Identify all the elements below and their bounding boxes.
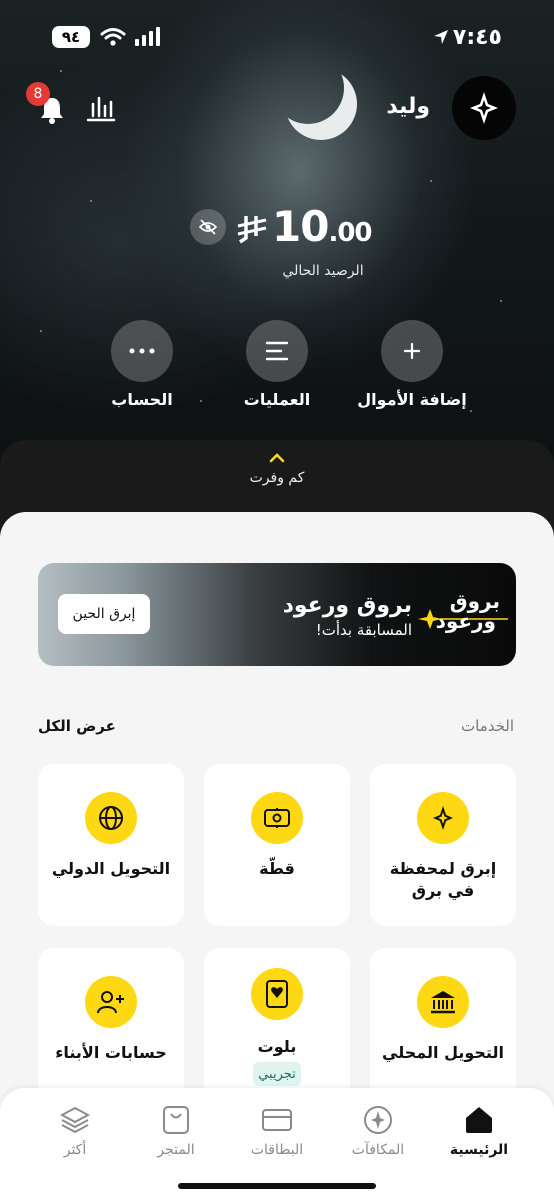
bank-icon xyxy=(417,976,469,1028)
globe-icon xyxy=(85,792,137,844)
service-barq-wallet[interactable]: إبرق لمحفظة في برق xyxy=(370,764,516,926)
shopping-bag-icon xyxy=(163,1106,189,1134)
promo-logo-line2: ورعود xyxy=(435,609,496,633)
balance-amount: 10.00 xyxy=(272,202,373,251)
balance-integer: 10 xyxy=(272,202,329,251)
service-kids-accounts[interactable]: حسابات الأبناء xyxy=(38,948,184,1110)
layers-icon xyxy=(60,1106,90,1134)
list-icon xyxy=(246,320,308,382)
service-label: بلوت xyxy=(257,1037,297,1056)
battery-indicator: ٩٤ xyxy=(52,26,90,48)
user-name: وليد xyxy=(386,94,430,119)
transactions-action[interactable]: العمليات xyxy=(207,320,347,409)
savings-label: كم وفرت xyxy=(249,470,305,486)
add-user-icon xyxy=(85,976,137,1028)
barq-logo-icon xyxy=(470,92,498,124)
nav-home-label: الرئيسية xyxy=(449,1142,509,1158)
moon-illustration xyxy=(285,68,357,140)
split-bill-icon xyxy=(251,792,303,844)
see-all-link[interactable]: عرض الكل xyxy=(38,717,116,735)
time-text: ٧:٤٥ xyxy=(452,24,502,50)
beta-tag: تجريبي xyxy=(253,1062,301,1086)
stats-button[interactable] xyxy=(86,94,116,126)
promo-title: بروق ورعود xyxy=(282,593,412,618)
riyal-symbol-icon xyxy=(237,216,267,244)
promo-logo: بروق ورعود xyxy=(416,589,510,643)
chevron-up-icon xyxy=(269,453,285,463)
service-label: التحويل الدولي xyxy=(51,859,171,878)
nav-rewards[interactable]: المكافآت xyxy=(333,1104,423,1158)
profile-avatar[interactable] xyxy=(452,76,516,140)
promo-banner[interactable]: إبرق الحين بروق ورعود المسابقة بدأت! برو… xyxy=(38,563,516,666)
barq-spark-icon xyxy=(417,792,469,844)
more-dots-icon xyxy=(111,320,173,382)
nav-cards[interactable]: البطاقات xyxy=(232,1104,322,1158)
nav-store-label: المتجر xyxy=(157,1142,195,1158)
service-label: التحويل المحلي xyxy=(382,1043,504,1062)
service-label: إبرق لمحفظة في برق xyxy=(389,859,497,900)
service-split-bill[interactable]: قطّة xyxy=(204,764,350,926)
services-title: الخدمات xyxy=(460,717,514,735)
eye-off-icon xyxy=(198,219,218,235)
service-label: حسابات الأبناء xyxy=(55,1043,167,1062)
signal-icon xyxy=(135,27,160,46)
nav-home[interactable]: الرئيسية xyxy=(434,1104,524,1158)
nav-more-label: أكثر xyxy=(63,1142,87,1158)
rewards-icon xyxy=(364,1106,392,1134)
add-funds-action-label: إضافة الأموال xyxy=(357,390,467,409)
add-funds-action[interactable]: إضافة الأموال xyxy=(342,320,482,409)
wifi-icon xyxy=(100,28,126,46)
nav-cards-label: البطاقات xyxy=(250,1142,304,1158)
balance-label: الرصيد الحالي xyxy=(282,263,364,279)
home-icon xyxy=(466,1107,492,1133)
promo-cta-button[interactable]: إبرق الحين xyxy=(58,594,150,634)
location-arrow-icon xyxy=(433,30,448,44)
transactions-action-label: العمليات xyxy=(243,390,311,409)
account-action[interactable]: الحساب xyxy=(72,320,212,409)
nav-rewards-label: المكافآت xyxy=(351,1142,405,1158)
service-baloot[interactable]: بلوت تجريبي xyxy=(204,948,350,1110)
promo-subtitle: المسابقة بدأت! xyxy=(315,621,412,639)
service-international-transfer[interactable]: التحويل الدولي xyxy=(38,764,184,926)
status-time: ٧:٤٥ xyxy=(433,25,502,50)
service-local-transfer[interactable]: التحويل المحلي xyxy=(370,948,516,1110)
plus-icon xyxy=(381,320,443,382)
bar-chart-icon xyxy=(86,96,116,122)
balance-decimal: .00 xyxy=(328,218,372,248)
playing-card-icon xyxy=(251,968,303,1020)
home-indicator xyxy=(178,1183,376,1189)
hide-balance-button[interactable] xyxy=(190,209,226,245)
service-label: قطّة xyxy=(259,859,295,878)
notification-badge: 8 xyxy=(26,82,50,106)
nav-more[interactable]: أكثر xyxy=(30,1104,120,1158)
account-action-label: الحساب xyxy=(111,390,173,409)
card-icon xyxy=(262,1109,292,1131)
nav-store[interactable]: المتجر xyxy=(131,1104,221,1158)
status-bar: ٩٤ ٧:٤٥ xyxy=(52,24,502,50)
